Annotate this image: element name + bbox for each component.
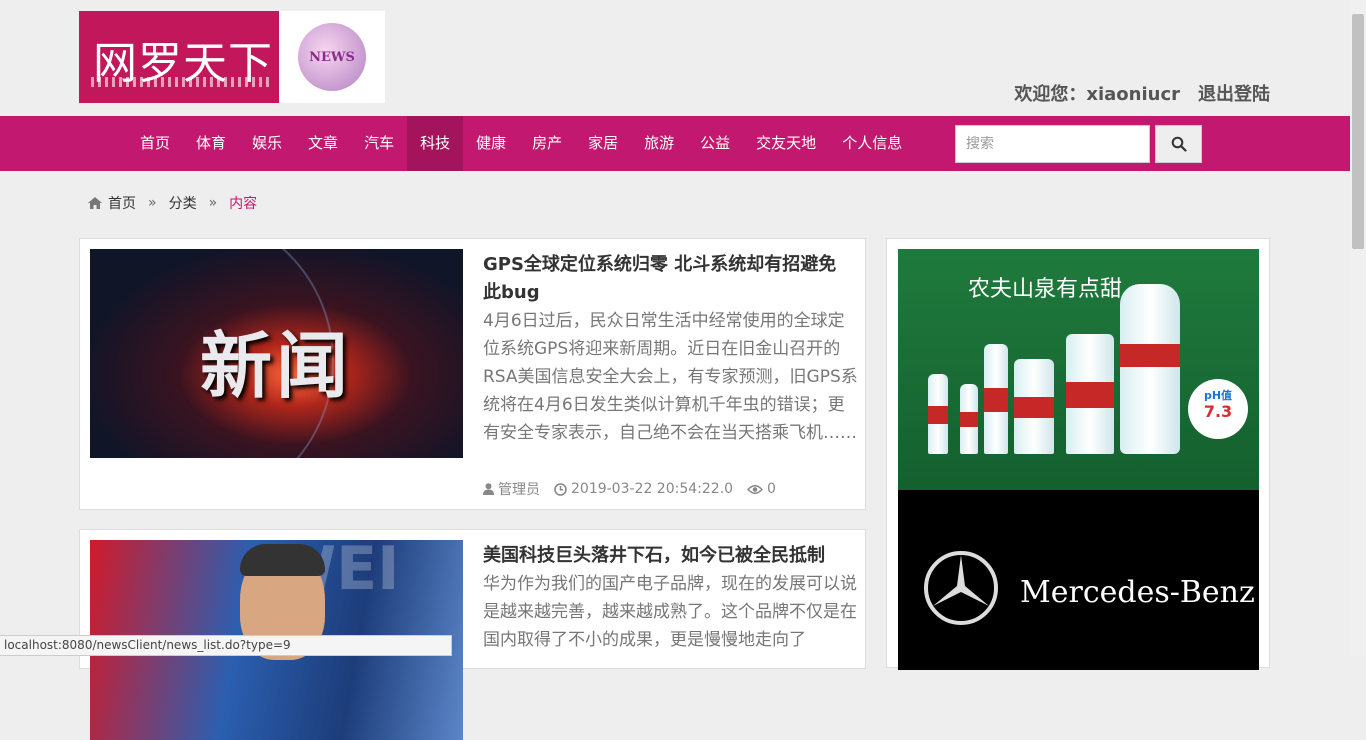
author-meta: 管理员	[483, 479, 540, 499]
article-summary: 华为作为我们的国产电子品牌，现在的发展可以说是越来越完善，越来越成熟了。这个品牌…	[483, 574, 857, 650]
article-meta: 管理员 2019-03-22 20:54:22.0 0	[483, 479, 776, 499]
logo-decoration	[91, 77, 269, 87]
thumbnail-text: 新闻	[200, 324, 353, 408]
clock-icon	[554, 482, 567, 496]
news-badge-icon: NEWS	[298, 23, 366, 91]
time-meta: 2019-03-22 20:54:22.0	[554, 481, 733, 497]
ph-value: 7.3	[1203, 402, 1233, 421]
bottle-image	[1014, 359, 1054, 454]
browser-status-bar: localhost:8080/newsClient/news_list.do?t…	[0, 635, 452, 656]
nav-item[interactable]: 旅游	[631, 116, 687, 171]
breadcrumb-separator: »	[208, 195, 218, 211]
article-views: 0	[767, 481, 776, 497]
nav-item[interactable]: 交友天地	[743, 116, 829, 171]
welcome-text: 欢迎您：xiaoniucr	[1014, 84, 1180, 105]
car-ad-banner[interactable]: Mercedes-Benz	[898, 490, 1259, 670]
bottle-image	[928, 374, 948, 454]
bottle-image	[984, 344, 1008, 454]
bottle-image	[960, 384, 978, 454]
logo-text-block: 网罗天下	[79, 11, 279, 103]
breadcrumb-home[interactable]: 首页	[108, 193, 136, 213]
ad-slogan: 农夫山泉有点甜	[968, 277, 1123, 302]
eye-icon	[747, 484, 764, 494]
logout-link[interactable]: 退出登陆	[1198, 80, 1270, 106]
bottle-image	[1120, 284, 1180, 454]
nav-item[interactable]: 科技	[407, 116, 464, 171]
page-scrollbar[interactable]	[1350, 0, 1366, 656]
breadcrumb: 首页 » 分类 » 内容	[88, 193, 257, 213]
scrollbar-thumb[interactable]	[1352, 14, 1364, 249]
water-ad-banner[interactable]: 农夫山泉有点甜 pH值 7.3	[898, 249, 1259, 490]
logo-badge-block: NEWS	[279, 11, 385, 103]
article-author: 管理员	[498, 482, 540, 498]
ph-label: pH值	[1203, 389, 1233, 402]
logo-badge-text: NEWS	[309, 49, 355, 65]
article-time: 2019-03-22 20:54:22.0	[571, 481, 734, 497]
search-icon	[1171, 136, 1187, 152]
search-input[interactable]: 搜索	[955, 125, 1150, 163]
breadcrumb-separator: »	[148, 195, 157, 211]
user-icon	[483, 483, 494, 495]
nav-item[interactable]: 房产	[519, 116, 575, 171]
nav-items: 首页 体育 娱乐 文章 汽车 科技 健康 房产 家居 旅游 公益 交友天地 个人信息	[127, 116, 915, 171]
nav-item[interactable]: 家居	[575, 116, 631, 171]
nav-item[interactable]: 娱乐	[239, 116, 295, 171]
article-card: 新闻 GPS全球定位系统归零 北斗系统却有招避免此bug 4月6日过后，民众日常…	[79, 238, 866, 510]
nav-item[interactable]: 个人信息	[829, 116, 915, 171]
main-nav: 首页 体育 娱乐 文章 汽车 科技 健康 房产 家居 旅游 公益 交友天地 个人信息 搜索	[0, 116, 1350, 171]
user-bar: 欢迎您：xiaoniucr 退出登陆	[1014, 80, 1270, 106]
site-logo[interactable]: 网罗天下 NEWS	[79, 11, 385, 103]
breadcrumb-current: 内容	[229, 196, 258, 212]
bottle-image	[1066, 334, 1114, 454]
breadcrumb-category[interactable]: 分类	[169, 193, 197, 213]
article-title[interactable]: GPS全球定位系统归零 北斗系统却有招避免此bug	[483, 251, 853, 307]
views-meta: 0	[747, 481, 776, 497]
nav-item[interactable]: 公益	[687, 116, 743, 171]
car-brand-text: Mercedes-Benz	[1020, 575, 1255, 610]
person-image-hair	[240, 544, 325, 576]
article-title[interactable]: 美国科技巨头落井下石，如今已被全民抵制	[483, 542, 853, 570]
nav-item[interactable]: 体育	[183, 116, 239, 171]
nav-item[interactable]: 首页	[127, 116, 183, 171]
sidebar: 农夫山泉有点甜 pH值 7.3 Mercedes-Benz	[886, 238, 1270, 670]
home-icon	[88, 197, 102, 209]
search-button[interactable]	[1155, 125, 1202, 163]
nav-item[interactable]: 文章	[295, 116, 351, 171]
nav-item[interactable]: 健康	[463, 116, 519, 171]
nav-item[interactable]: 汽车	[351, 116, 407, 171]
article-summary: 4月6日过后，民众日常生活中经常使用的全球定位系统GPS将迎来新周期。近日在旧金…	[483, 311, 858, 443]
mercedes-star-icon	[924, 551, 998, 625]
ph-badge: pH值 7.3	[1188, 379, 1248, 439]
article-thumbnail[interactable]: 新闻	[90, 249, 463, 458]
